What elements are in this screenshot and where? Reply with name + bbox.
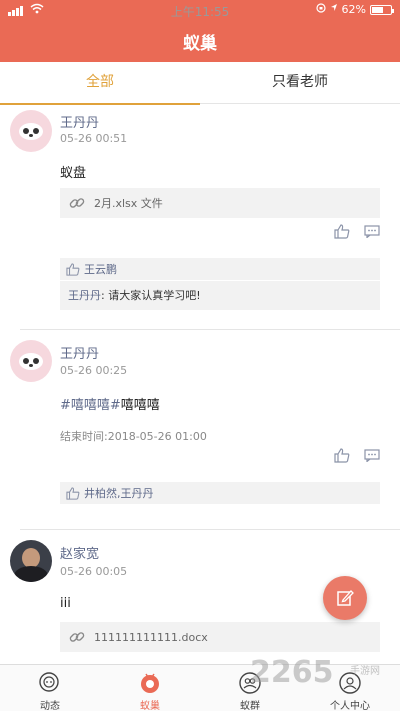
nav-label: 个人中心 [330, 701, 370, 711]
watermark: 2265 [250, 655, 334, 690]
post-content: #嘻嘻嘻#嘻嘻嘻 [60, 394, 160, 413]
battery-icon [370, 4, 394, 15]
panda-avatar-icon [19, 123, 43, 140]
app-header: 上午11:55 62% 蚁巢 [0, 0, 400, 62]
nav-yichao[interactable]: 蚁巢 [100, 667, 200, 711]
comment-text: 请大家认真学习吧! [108, 289, 201, 302]
topic-tag[interactable]: #嘻嘻嘻# [60, 398, 121, 413]
likers[interactable]: 井柏然,王丹丹 [84, 485, 154, 501]
file-attachment[interactable]: 2月.xlsx 文件 [60, 188, 380, 218]
edit-icon [337, 590, 354, 606]
filter-tabs: 全部 只看老师 [0, 62, 400, 105]
likes-comments-box: 王云鹏 王丹丹: 请大家认真学习吧! [60, 258, 380, 310]
avatar[interactable] [10, 110, 52, 152]
post-item: 王丹丹 05-26 00:25 #嘻嘻嘻#嘻嘻嘻 结束时间:2018-05-26… [0, 330, 400, 530]
comment-author[interactable]: 王丹丹 [68, 289, 101, 302]
nav-label: 蚁巢 [140, 701, 160, 711]
avatar[interactable] [10, 340, 52, 382]
likes-row: 井柏然,王丹丹 [60, 482, 380, 504]
bottom-nav: 动态 蚁巢 蚁群 个人中心 [0, 664, 400, 711]
comment-icon[interactable] [364, 449, 380, 462]
post-author[interactable]: 王丹丹 [60, 343, 99, 362]
file-name: 2月.xlsx 文件 [94, 197, 163, 210]
like-small-icon [66, 486, 80, 500]
like-icon[interactable] [334, 224, 350, 239]
post-time: 05-26 00:25 [60, 364, 128, 377]
tab-all[interactable]: 全部 [0, 62, 200, 105]
tab-teacher-only[interactable]: 只看老师 [200, 62, 400, 104]
file-attachment[interactable]: 111111111111.docx [60, 622, 380, 652]
post-text: 嘻嘻嘻 [120, 398, 160, 413]
battery-percent: 62% [341, 3, 366, 16]
avatar[interactable] [10, 540, 52, 582]
post-content: iii [60, 596, 71, 611]
file-name: 111111111111.docx [94, 630, 208, 644]
panda-avatar-icon [19, 353, 43, 370]
rotation-lock-icon [315, 3, 326, 16]
page-title: 蚁巢 [183, 34, 217, 54]
post-content: 蚁盘 [60, 166, 87, 181]
location-icon [330, 3, 338, 16]
post-author[interactable]: 赵家宽 [60, 543, 99, 562]
likes-comments-box: 井柏然,王丹丹 [60, 482, 380, 504]
end-time: 结束时间:2018-05-26 01:00 [60, 430, 207, 443]
post-author[interactable]: 王丹丹 [60, 112, 99, 131]
like-icon[interactable] [334, 448, 350, 463]
nav-label: 蚁群 [240, 701, 260, 711]
comment-row[interactable]: 王丹丹: 请大家认真学习吧! [60, 280, 380, 310]
link-icon [66, 192, 88, 214]
link-icon [66, 626, 88, 648]
like-small-icon [66, 262, 80, 276]
chat-bubbles-icon [38, 671, 62, 695]
comment-icon[interactable] [364, 225, 380, 238]
likers[interactable]: 王云鹏 [84, 261, 117, 277]
nav-label: 动态 [40, 701, 60, 711]
compose-button[interactable] [323, 576, 367, 620]
nav-dongtai[interactable]: 动态 [0, 667, 100, 711]
post-item: 王丹丹 05-26 00:51 蚁盘 2月.xlsx 文件 王云鹏 王丹丹: 请… [0, 104, 400, 330]
watermark-sub: 手游网 [350, 666, 380, 677]
likes-row: 王云鹏 [60, 258, 380, 280]
nest-icon [138, 671, 162, 695]
status-bar: 上午11:55 62% [0, 0, 400, 20]
post-time: 05-26 00:51 [60, 132, 128, 145]
post-time: 05-26 00:05 [60, 565, 128, 578]
